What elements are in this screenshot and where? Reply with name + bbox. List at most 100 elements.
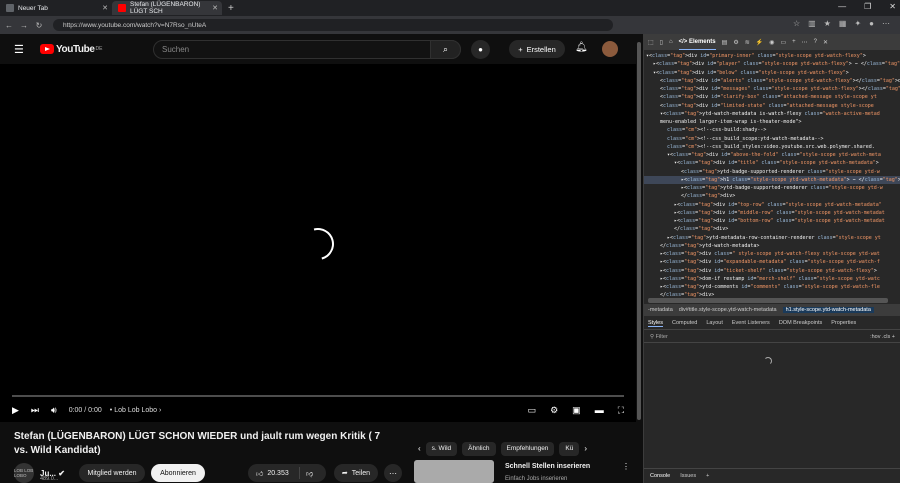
- chips-left-arrow-icon[interactable]: ‹: [418, 444, 421, 453]
- tab-youtube-video[interactable]: Stefan (LÜGENBARON) LÜGT SCH ✕: [112, 1, 222, 15]
- inspect-element-icon[interactable]: ⬚: [648, 39, 654, 46]
- chips-right-arrow-icon[interactable]: ›: [584, 444, 587, 453]
- dom-node-line[interactable]: <class="tag">div id="limited-state" clas…: [644, 102, 900, 110]
- welcome-icon[interactable]: ⌂: [669, 39, 673, 45]
- tab-computed[interactable]: Computed: [672, 320, 697, 326]
- dom-node-line[interactable]: ▸<class="tag">div class=" style-scope yt…: [644, 250, 900, 258]
- network-tab-icon[interactable]: ≋: [745, 39, 750, 46]
- back-icon[interactable]: ←: [3, 21, 15, 30]
- styles-filter-input[interactable]: ⚲ Filter :hov .cls +: [644, 331, 900, 343]
- dom-node-line[interactable]: menu-enabled larger-item-wrap is-theater…: [644, 118, 900, 126]
- tab-styles[interactable]: Styles: [648, 320, 663, 327]
- console-tab-icon[interactable]: ▤: [722, 39, 728, 46]
- dom-node-line[interactable]: ▾<class="tag">div id="above-the-fold" cl…: [644, 151, 900, 159]
- menu-icon[interactable]: ⋯: [882, 19, 890, 28]
- chapter-title[interactable]: • Lob Lob Lobo ›: [110, 407, 162, 414]
- devtools-menu-icon[interactable]: ⋯: [802, 39, 808, 46]
- dom-node-line[interactable]: class="cm"><!--css_build_scope:ytd-watch…: [644, 135, 900, 143]
- search-button[interactable]: ⌕: [430, 40, 461, 59]
- join-button[interactable]: Mitglied werden: [79, 464, 145, 482]
- drawer-add-icon[interactable]: +: [706, 473, 709, 479]
- sources-tab-icon[interactable]: ⚙: [733, 39, 738, 46]
- user-avatar[interactable]: [602, 41, 618, 57]
- chip-similar[interactable]: Ähnlich: [462, 441, 496, 456]
- tab-properties[interactable]: Properties: [831, 320, 856, 326]
- new-tab-button[interactable]: +: [228, 3, 234, 14]
- dom-node-line[interactable]: ▸<class="tag">div id="expandable-metadat…: [644, 258, 900, 266]
- chip-recommendations[interactable]: Empfehlungen: [500, 441, 555, 456]
- dom-node-line[interactable]: ▾<class="tag">div id="primary-inner" cla…: [644, 52, 900, 60]
- youtube-logo[interactable]: YouTube DE: [40, 44, 102, 55]
- dom-node-line[interactable]: <class="tag">div id="alerts" class="styl…: [644, 77, 900, 85]
- tab-event-listeners[interactable]: Event Listeners: [732, 320, 770, 326]
- more-actions-button[interactable]: ⋯: [384, 464, 402, 482]
- reload-icon[interactable]: ↻: [33, 21, 45, 30]
- dom-node-line[interactable]: ▾<class="tag">div id="below" class="styl…: [644, 69, 900, 77]
- dom-node-line[interactable]: ▸<class="tag">div id="player" class="sty…: [644, 60, 900, 68]
- performance-tab-icon[interactable]: ⚡: [756, 39, 763, 46]
- device-toolbar-icon[interactable]: ▯: [660, 39, 663, 46]
- dom-node-line[interactable]: ▾<class="tag">ytd-watch-metadata is-watc…: [644, 110, 900, 118]
- settings-gear-icon[interactable]: ⚙: [550, 405, 558, 416]
- style-filter-actions[interactable]: :hov .cls +: [870, 334, 895, 340]
- dislike-button[interactable]: 👎︎: [300, 469, 313, 478]
- dom-node-line[interactable]: ▸<class="tag">h1 class="style-scope ytd-…: [644, 175, 900, 184]
- extensions-icon[interactable]: ✦: [854, 19, 861, 28]
- search-input[interactable]: Suchen: [153, 40, 461, 59]
- url-field[interactable]: https://www.youtube.com/watch?v=N7Rso_nU…: [53, 19, 613, 31]
- dom-node-line[interactable]: </class="tag">div>: [644, 192, 900, 200]
- dom-node-line[interactable]: ▸<class="tag">ytd-badge-supported-render…: [644, 184, 900, 192]
- dom-node-line[interactable]: ▸<class="tag">ytd-metadata-row-container…: [644, 234, 900, 242]
- channel-avatar[interactable]: LOB LOB LOBO: [14, 463, 34, 483]
- star-icon[interactable]: ☆: [793, 19, 800, 28]
- close-tab-icon[interactable]: ✕: [212, 4, 218, 12]
- breadcrumb-item-selected[interactable]: h1.style-scope.ytd-watch-metadata: [782, 307, 874, 313]
- theater-mode-icon[interactable]: ▬: [595, 405, 604, 415]
- recommendation-thumbnail[interactable]: [414, 460, 494, 483]
- play-icon[interactable]: ▶: [12, 405, 19, 416]
- favorites-icon[interactable]: ★: [824, 19, 831, 28]
- close-devtools-icon[interactable]: ✕: [823, 39, 828, 46]
- dom-node-line[interactable]: </class="tag">ytd-watch-metadata>: [644, 242, 900, 250]
- breadcrumb-item[interactable]: div#title.style-scope.ytd-watch-metadata: [679, 307, 777, 313]
- add-panel-icon[interactable]: +: [792, 39, 796, 45]
- dom-node-line[interactable]: ▸<class="tag">div id="ticket-shelf" clas…: [644, 267, 900, 275]
- dom-node-line[interactable]: <class="tag">div id="clarify-box" class=…: [644, 93, 900, 101]
- collections-icon[interactable]: ▦: [839, 19, 847, 28]
- tab-layout[interactable]: Layout: [706, 320, 723, 326]
- recommendation-menu-icon[interactable]: ⋮: [622, 462, 630, 471]
- dom-node-line[interactable]: ▸<class="tag">div id="middle-row" class=…: [644, 209, 900, 217]
- drawer-tab-console[interactable]: Console: [650, 473, 670, 479]
- memory-tab-icon[interactable]: ◉: [769, 39, 774, 46]
- dom-node-line[interactable]: ▸<class="tag">div id="top-row" class="st…: [644, 201, 900, 209]
- hamburger-menu-icon[interactable]: ☰: [14, 43, 28, 56]
- create-button[interactable]: + Erstellen: [509, 40, 565, 58]
- application-tab-icon[interactable]: ▭: [780, 39, 786, 46]
- fullscreen-icon[interactable]: ⛶: [618, 405, 624, 416]
- forward-icon[interactable]: →: [18, 21, 30, 30]
- share-button[interactable]: ➦ Teilen: [334, 464, 378, 482]
- dom-node-line[interactable]: ▾<class="tag">div id="title" class="styl…: [644, 159, 900, 167]
- dom-horizontal-scrollbar[interactable]: [648, 298, 888, 303]
- dom-tree[interactable]: ▾<class="tag">div id="primary-inner" cla…: [644, 50, 900, 300]
- dom-node-line[interactable]: ▸<class="tag">dom-if restamp id="merch-s…: [644, 275, 900, 283]
- notifications-bell-icon[interactable]: 🔔︎: [575, 42, 588, 53]
- profile-icon[interactable]: ●: [869, 19, 874, 28]
- next-icon[interactable]: ⏭︎: [31, 405, 39, 416]
- dom-node-line[interactable]: <class="tag">ytd-badge-supported-rendere…: [644, 168, 900, 176]
- maximize-button[interactable]: ❐: [864, 2, 871, 11]
- close-tab-icon[interactable]: ✕: [102, 4, 108, 12]
- miniplayer-icon[interactable]: ▣: [572, 405, 581, 416]
- tab-elements[interactable]: </> Elements: [678, 34, 716, 50]
- voice-search-button[interactable]: ●: [471, 40, 490, 59]
- page-scrollbar-thumb[interactable]: [637, 42, 641, 420]
- like-button[interactable]: 👍︎ 20.353: [248, 467, 300, 479]
- breadcrumb-item[interactable]: -metadata: [648, 307, 673, 313]
- subscribe-button[interactable]: Abonnieren: [151, 464, 205, 482]
- split-screen-icon[interactable]: ▥: [808, 19, 816, 28]
- chip-wild[interactable]: s. Wild: [425, 441, 458, 456]
- dom-node-line[interactable]: <class="tag">div id="messages" class="st…: [644, 85, 900, 93]
- dom-node-line[interactable]: class="cm"><!--css-build:shady-->: [644, 126, 900, 134]
- dom-node-line[interactable]: class="cm"><!--css_build_styles:video.yo…: [644, 143, 900, 151]
- tab-new-tab[interactable]: Neuer Tab ✕: [0, 1, 112, 15]
